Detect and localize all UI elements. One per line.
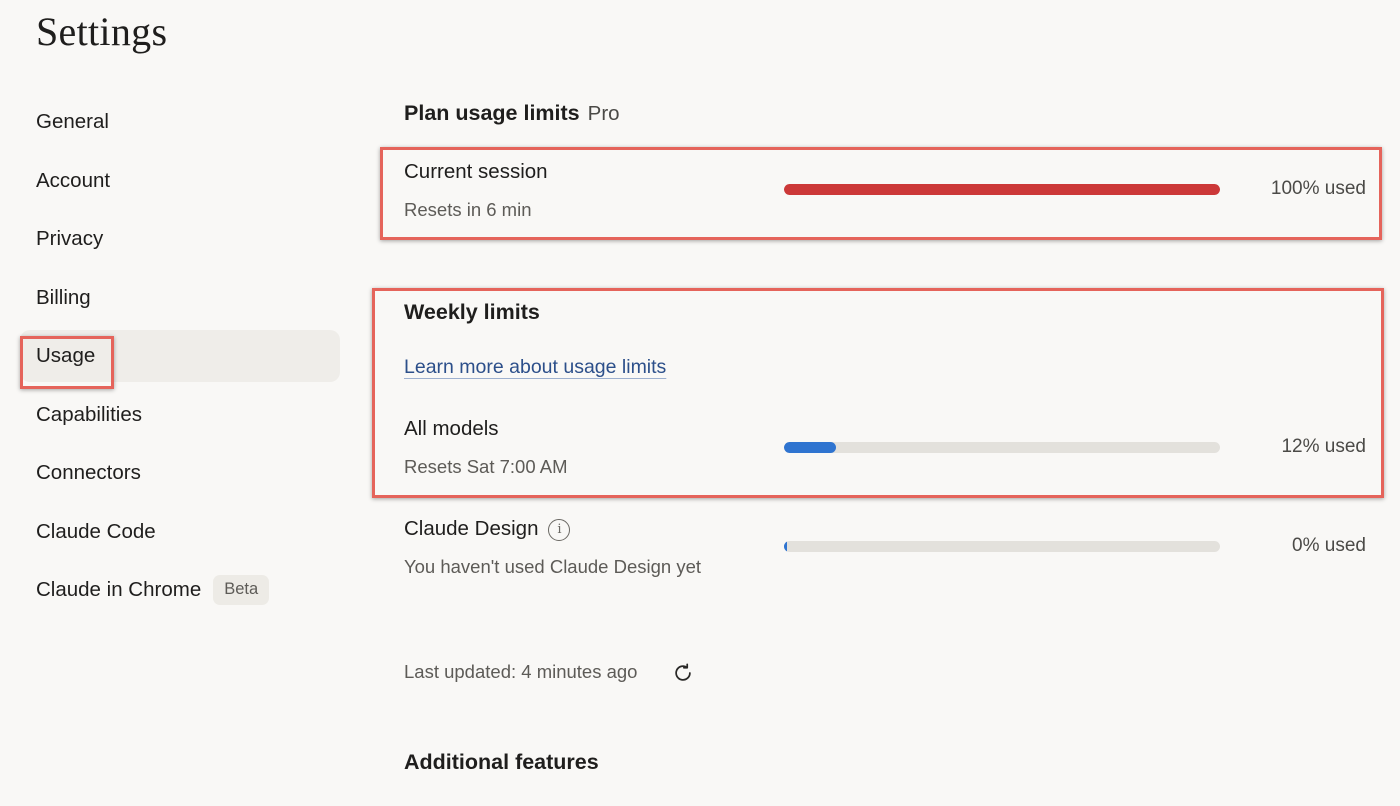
sidebar-item-label: Privacy: [36, 227, 104, 250]
current-session-label: Current session: [404, 160, 548, 183]
sidebar-item-label: Connectors: [36, 461, 141, 484]
sidebar-item-label: Account: [36, 168, 111, 192]
sidebar-item-label: General: [36, 110, 109, 133]
sidebar-item-claude-in-chrome[interactable]: Claude in Chrome Beta: [20, 564, 340, 616]
sidebar-item-capabilities[interactable]: Capabilities: [20, 389, 340, 441]
all-models-percent: 12% used: [1281, 436, 1366, 457]
plan-usage-title: Plan usage limits: [404, 101, 580, 125]
sidebar-item-claude-code[interactable]: Claude Code: [20, 506, 340, 558]
sidebar-item-label: Claude in Chrome: [36, 578, 202, 601]
beta-badge: Beta: [213, 575, 270, 605]
sidebar-item-label: Claude Code: [36, 519, 156, 543]
all-models-reset: Resets Sat 7:00 AM: [404, 456, 568, 477]
sidebar-item-label: Capabilities: [36, 402, 142, 426]
additional-features-heading: Additional features: [404, 750, 599, 774]
settings-sidebar: General Account Privacy Billing Usage Ca…: [20, 96, 340, 623]
current-session-progress-fill: [784, 184, 1220, 195]
last-updated-text: Last updated: 4 minutes ago: [404, 661, 638, 682]
current-session-reset: Resets in 6 min: [404, 199, 532, 220]
all-models-progress-fill: [784, 442, 837, 453]
sidebar-item-connectors[interactable]: Connectors: [20, 447, 340, 499]
sidebar-item-billing[interactable]: Billing: [20, 272, 340, 324]
sidebar-item-label: Billing: [36, 285, 91, 309]
sidebar-item-account[interactable]: Account: [20, 155, 340, 207]
page-title: Settings: [36, 9, 168, 54]
info-icon[interactable]: i: [548, 518, 571, 541]
all-models-label: All models: [404, 417, 499, 440]
sidebar-item-label: Usage: [36, 344, 96, 367]
all-models-progress: [784, 442, 1220, 453]
claude-design-status: You haven't used Claude Design yet: [404, 556, 702, 577]
sidebar-item-privacy[interactable]: Privacy: [20, 213, 340, 265]
learn-more-link[interactable]: Learn more about usage limits: [404, 356, 666, 379]
claude-design-label-row: Claude Design i: [404, 517, 571, 541]
plan-usage-heading: Plan usage limits Pro: [404, 101, 620, 126]
claude-design-percent: 0% used: [1292, 535, 1366, 556]
plan-tier: Pro: [587, 102, 620, 125]
claude-design-label: Claude Design: [404, 517, 539, 540]
claude-design-progress: [784, 541, 1220, 552]
sidebar-item-general[interactable]: General: [20, 96, 340, 148]
sidebar-item-usage[interactable]: Usage: [20, 330, 340, 382]
current-session-progress: [784, 184, 1220, 195]
refresh-icon[interactable]: [672, 662, 694, 684]
current-session-percent: 100% used: [1270, 178, 1366, 199]
weekly-limits-heading: Weekly limits: [404, 300, 540, 324]
usage-panel: Plan usage limits Pro Current session Res…: [404, 0, 1370, 806]
claude-design-progress-fill: [784, 541, 788, 552]
